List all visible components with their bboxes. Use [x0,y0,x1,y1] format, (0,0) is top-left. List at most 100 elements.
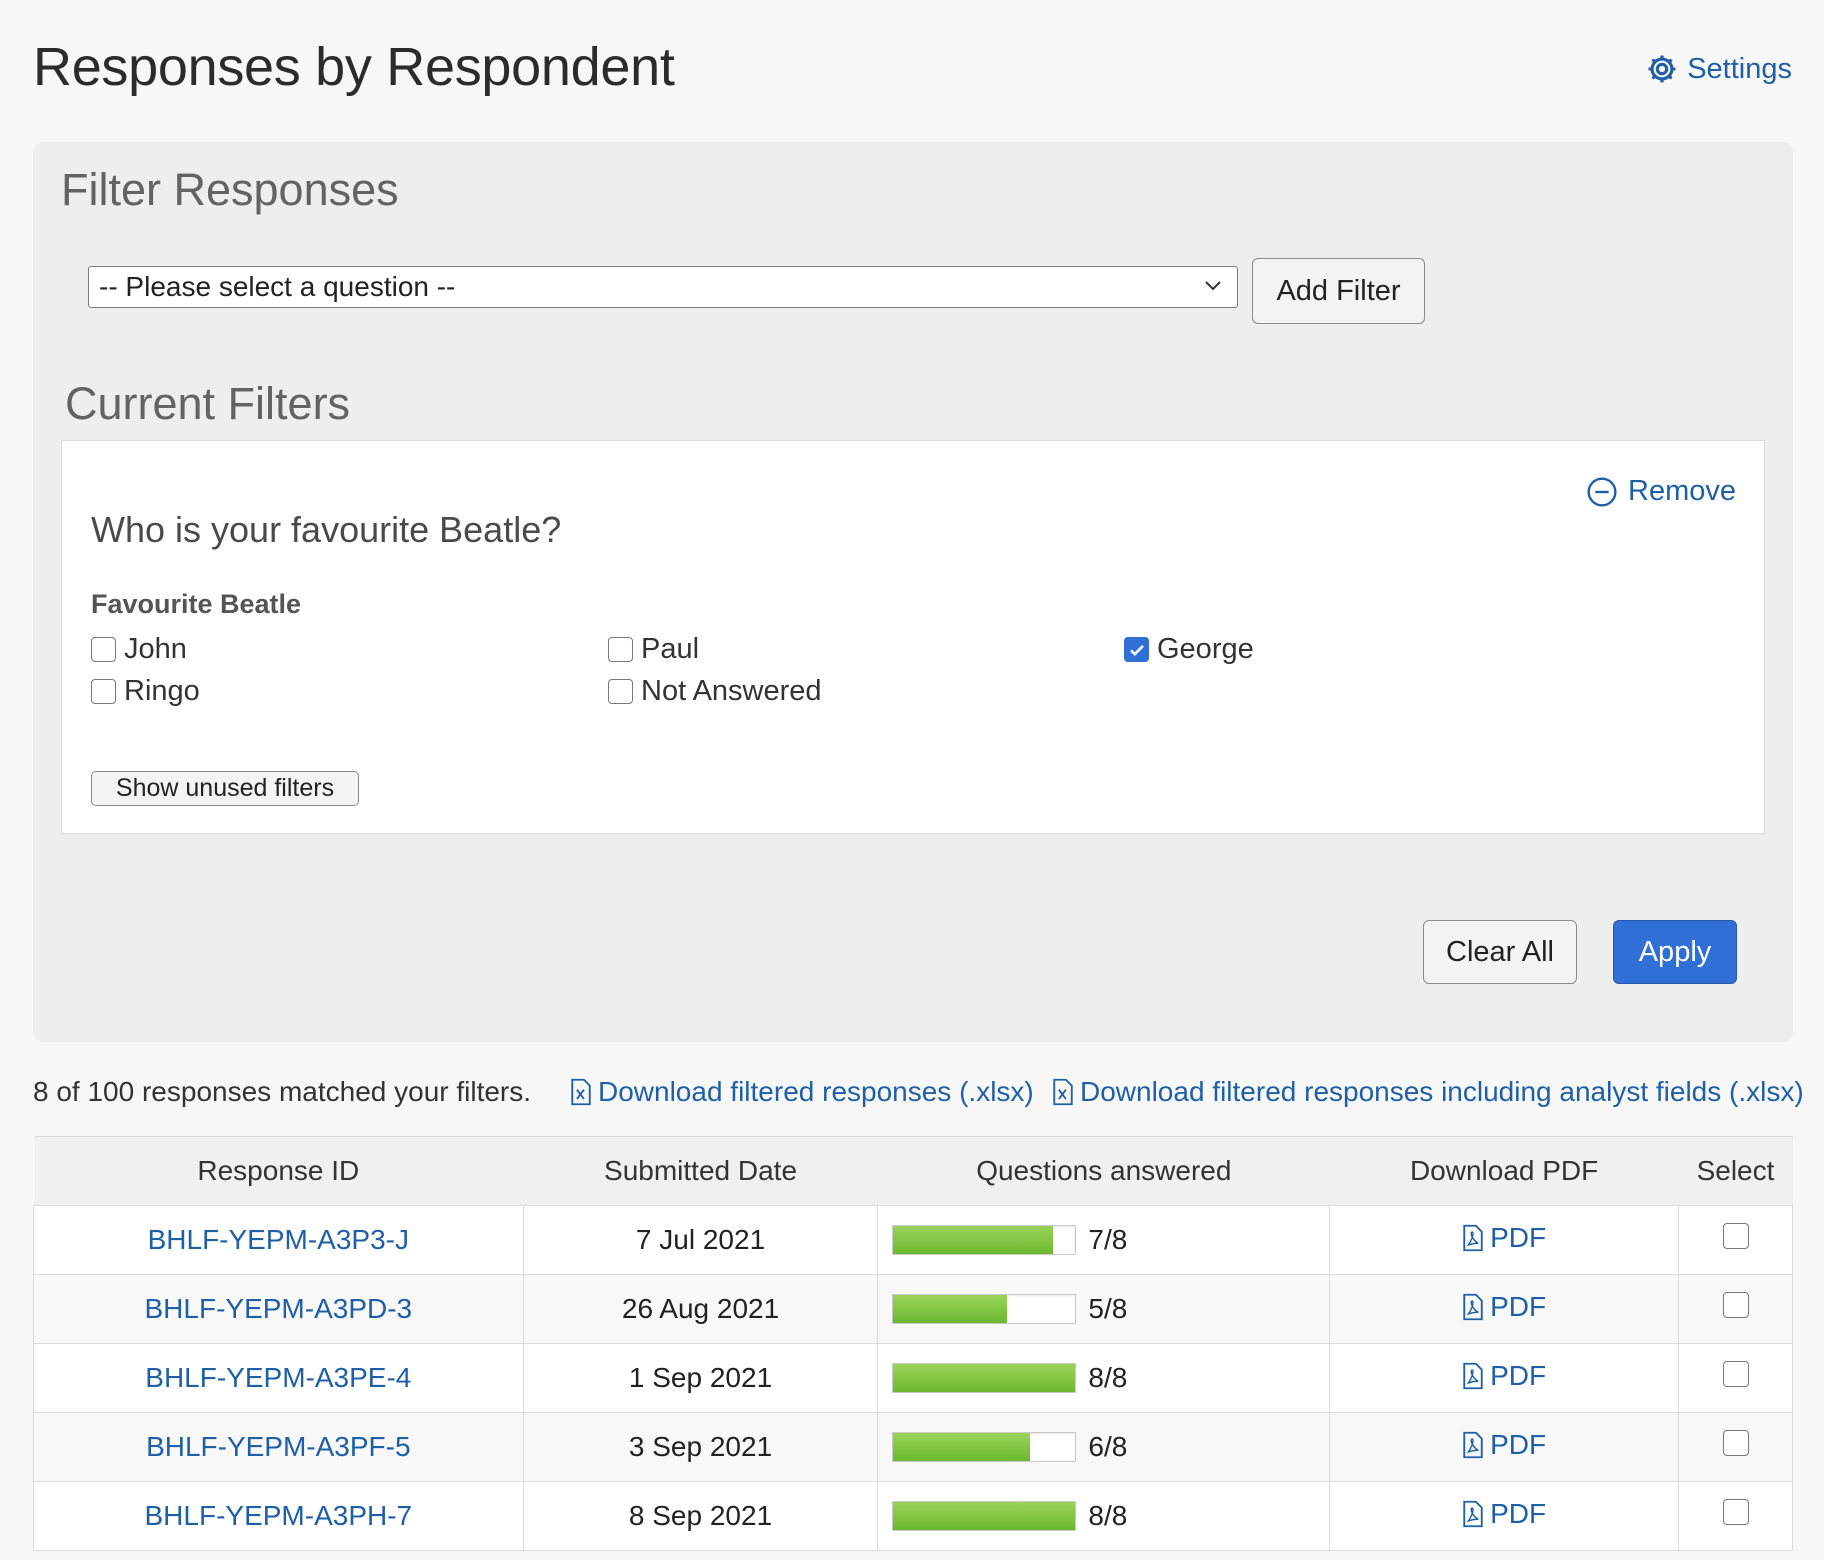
option-george[interactable]: George [1124,633,1254,666]
response-id-link[interactable]: BHLF-YEPM-A3P3-J [148,1224,409,1255]
cell-response-id: BHLF-YEPM-A3PH-7 [33,1481,524,1551]
response-id-link[interactable]: BHLF-YEPM-A3PH-7 [145,1500,413,1531]
progress-bar [892,1294,1077,1324]
row-select-checkbox[interactable] [1722,1429,1749,1456]
pdf-label: PDF [1490,1428,1547,1460]
header-response-id[interactable]: Response ID [33,1136,524,1206]
pdf-download-link[interactable]: PDF [1462,1222,1546,1254]
pdf-file-icon [1463,1293,1483,1320]
cell-submitted-date: 26 Aug 2021 [522,1274,879,1344]
show-unused-filters-button[interactable]: Show unused filters [91,771,359,806]
answered-count: 7/8 [1088,1224,1128,1255]
remove-label: Remove [1628,475,1736,507]
current-filter-card: Remove Who is your favourite Beatle? Fav… [61,440,1765,834]
download-xlsx-label: Download filtered responses (.xlsx) [598,1076,1034,1107]
cell-download-pdf: PDF [1329,1343,1679,1413]
header-submitted-date[interactable]: Submitted Date [523,1136,878,1206]
filter-panel: Filter Responses -- Please select a ques… [33,142,1793,1042]
checkbox[interactable] [608,637,633,662]
cell-select [1678,1343,1793,1413]
option-label: John [124,633,187,665]
progress-fill [893,1502,1076,1530]
option-ringo[interactable]: Ringo [91,675,200,708]
pdf-download-link[interactable]: PDF [1462,1291,1546,1323]
cell-submitted-date: 7 Jul 2021 [522,1205,879,1275]
add-filter-button[interactable]: Add Filter [1252,258,1425,324]
row-select-checkbox[interactable] [1722,1222,1749,1249]
cell-questions-answered: 6/8 [877,1412,1331,1482]
settings-link[interactable]: Settings [1645,52,1792,86]
option-label: George [1157,633,1254,665]
cell-submitted-date: 1 Sep 2021 [522,1343,879,1413]
header-questions-answered[interactable]: Questions answered [877,1136,1330,1206]
progress-fill [893,1295,1008,1323]
cell-response-id: BHLF-YEPM-A3PE-4 [33,1343,524,1413]
cell-submitted-date: 3 Sep 2021 [522,1412,879,1482]
table-row: BHLF-YEPM-A3PH-7 8 Sep 2021 8/8 PDF [33,1481,1793,1551]
option-label: Not Answered [641,675,822,707]
option-john[interactable]: John [91,633,187,666]
cell-questions-answered: 7/8 [877,1205,1331,1275]
cell-response-id: BHLF-YEPM-A3PD-3 [33,1274,524,1344]
cell-submitted-date: 8 Sep 2021 [522,1481,879,1551]
cell-download-pdf: PDF [1329,1205,1679,1275]
pdf-label: PDF [1490,1290,1547,1322]
settings-label: Settings [1687,52,1792,85]
response-id-link[interactable]: BHLF-YEPM-A3PD-3 [145,1293,413,1324]
pdf-file-icon [1463,1500,1483,1527]
answered-count: 8/8 [1088,1362,1128,1393]
clear-all-button[interactable]: Clear All [1423,920,1577,984]
cell-download-pdf: PDF [1329,1274,1679,1344]
progress-bar [892,1363,1077,1393]
pdf-download-link[interactable]: PDF [1462,1360,1546,1392]
match-count: 8 of 100 responses matched your filters. [33,1076,532,1107]
page-title: Responses by Respondent [33,37,675,97]
cell-response-id: BHLF-YEPM-A3PF-5 [33,1412,524,1482]
chevron-down-icon [1205,281,1221,291]
answered-count: 6/8 [1088,1431,1128,1462]
pdf-label: PDF [1490,1359,1547,1391]
download-xlsx-link[interactable]: Download filtered responses (.xlsx) [570,1076,1034,1108]
pdf-file-icon [1463,1431,1483,1458]
checkbox[interactable] [608,679,633,704]
cell-select [1678,1205,1793,1275]
download-xlsx-analyst-label: Download filtered responses including an… [1080,1076,1804,1107]
download-xlsx-analyst-link[interactable]: Download filtered responses including an… [1052,1076,1804,1108]
pdf-download-link[interactable]: PDF [1462,1429,1546,1461]
answered-count: 5/8 [1088,1293,1128,1324]
question-select[interactable]: -- Please select a question -- [88,266,1238,308]
row-select-checkbox[interactable] [1722,1360,1749,1387]
progress-fill [893,1226,1053,1254]
option-not-answered[interactable]: Not Answered [608,675,822,708]
apply-button[interactable]: Apply [1613,920,1737,984]
question-select-value: -- Please select a question -- [99,271,456,302]
progress-fill [893,1364,1076,1392]
check-icon [1129,644,1144,656]
page: Responses by Respondent Settings Filter … [0,0,1824,1560]
progress-fill [893,1433,1030,1461]
filter-question: Who is your favourite Beatle? [91,509,562,550]
checkbox[interactable] [91,679,116,704]
minus-circle-icon [1587,476,1617,507]
excel-file-icon [571,1078,591,1106]
progress-bar [892,1432,1077,1462]
response-id-link[interactable]: BHLF-YEPM-A3PE-4 [145,1362,411,1393]
remove-filter-link[interactable]: Remove [1586,475,1736,508]
response-id-link[interactable]: BHLF-YEPM-A3PF-5 [146,1431,411,1462]
table-body: BHLF-YEPM-A3P3-J 7 Jul 2021 7/8 PDF BHLF-YEP… [33,1205,1793,1551]
gear-icon [1648,55,1676,83]
progress-bar [892,1501,1077,1531]
row-select-checkbox[interactable] [1722,1291,1749,1318]
cell-select [1678,1412,1793,1482]
pdf-download-link[interactable]: PDF [1462,1498,1546,1530]
option-paul[interactable]: Paul [608,633,699,666]
cell-download-pdf: PDF [1329,1412,1679,1482]
row-select-checkbox[interactable] [1722,1498,1749,1525]
cell-questions-answered: 5/8 [877,1274,1331,1344]
checkbox-checked[interactable] [1124,637,1149,662]
checkbox[interactable] [91,637,116,662]
cell-questions-answered: 8/8 [877,1481,1331,1551]
header-select: Select [1678,1136,1793,1206]
table-row: BHLF-YEPM-A3P3-J 7 Jul 2021 7/8 PDF [33,1205,1793,1275]
field-label: Favourite Beatle [91,589,302,619]
